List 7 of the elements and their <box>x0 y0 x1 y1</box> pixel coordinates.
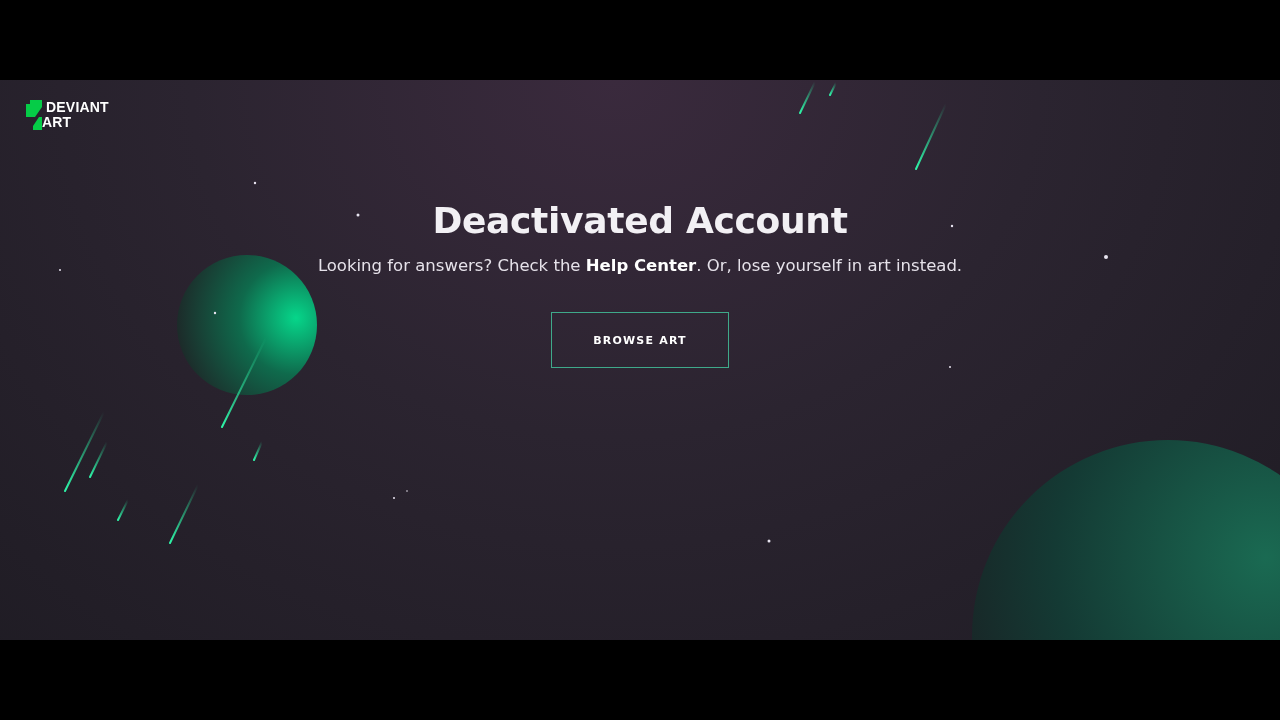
logo-text: DEVIANT <box>46 100 109 115</box>
message-text: Looking for answers? Check the Help Center. Or, lose yourself in art instead. <box>317 255 963 277</box>
deviantart-logo-icon <box>24 100 44 130</box>
page-heading: Deactivated Account <box>432 199 848 243</box>
logo-text: ART <box>42 115 73 130</box>
browse-art-button[interactable]: BROWSE ART <box>551 312 729 368</box>
help-center-link[interactable]: Help Center <box>585 256 697 275</box>
